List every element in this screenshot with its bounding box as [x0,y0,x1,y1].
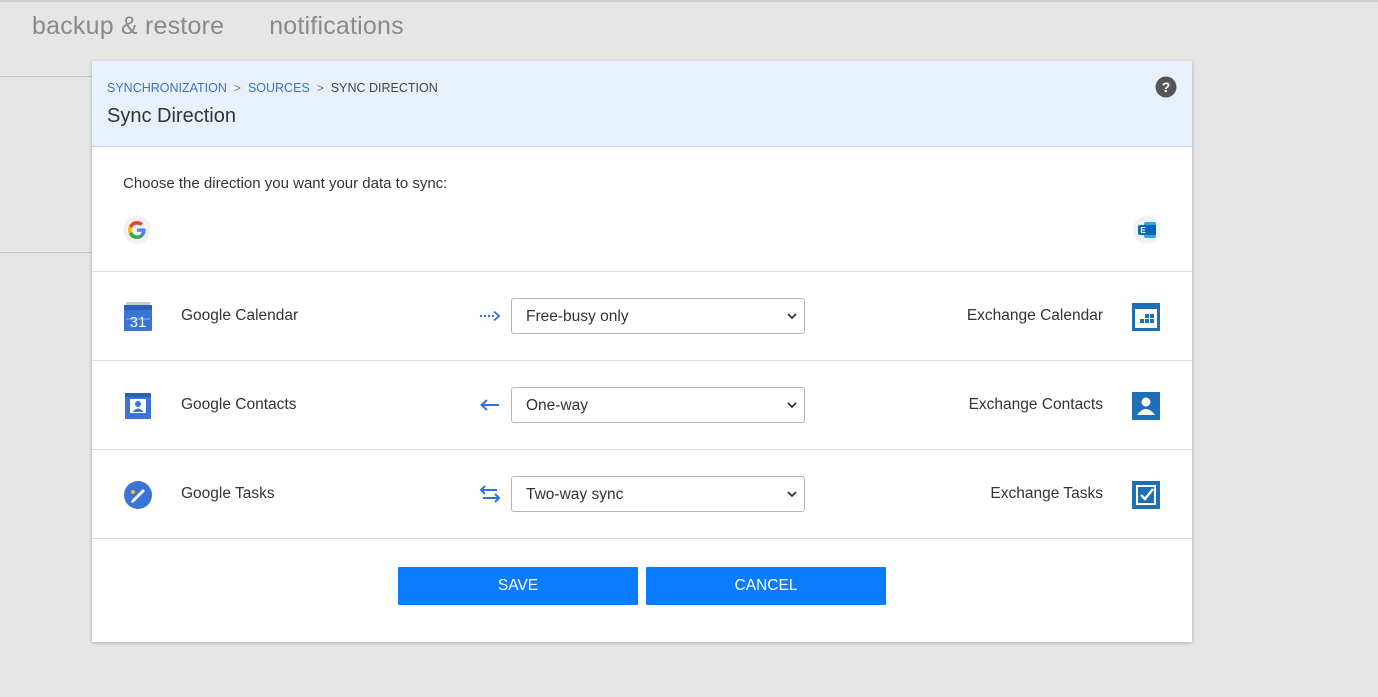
destination-label: Exchange Calendar [966,307,1103,324]
cancel-button[interactable]: CANCEL [646,567,886,605]
breadcrumb: SYNCHRONIZATION > SOURCES > SYNC DIRECTI… [107,81,1192,95]
direction-select-calendar[interactable]: Free-busy only [511,298,805,334]
google-logo-icon [123,216,151,244]
tab-notifications[interactable]: notifications [269,12,404,41]
brand-row: E [92,203,1192,272]
exchange-tasks-icon [1132,481,1160,509]
sync-row-tasks: Google Tasks Two-way sync Exchange Tasks [92,450,1192,539]
source-label: Google Tasks [181,485,275,502]
destination-label: Exchange Tasks [990,485,1103,502]
direction-select-wrapper: One-way [511,387,805,423]
breadcrumb-current: SYNC DIRECTION [330,81,438,95]
background-tabs: backup & restore notifications [32,12,404,41]
breadcrumb-synchronization[interactable]: SYNCHRONIZATION [107,81,227,95]
exchange-contacts-icon [1132,392,1160,420]
sync-row-calendar: 31 Google Calendar Free-busy only Exchan… [92,272,1192,361]
help-icon[interactable]: ? [1155,76,1177,98]
exchange-calendar-icon [1132,303,1160,331]
svg-text:31: 31 [130,314,147,331]
exchange-logo-icon: E [1133,216,1161,244]
background-divider [0,76,92,77]
dialog-actions: SAVE CANCEL [398,567,886,605]
source-label: Google Calendar [181,307,299,324]
sync-row-contacts: Google Contacts One-way Exchange Contact… [92,361,1192,450]
breadcrumb-separator: > [233,81,241,95]
two-way-arrows-icon [479,485,501,503]
top-border [0,0,1378,2]
svg-text:?: ? [1162,79,1171,95]
breadcrumb-separator: > [316,81,324,95]
direction-select-contacts[interactable]: One-way [511,387,805,423]
direction-select-tasks[interactable]: Two-way sync [511,476,805,512]
destination-label: Exchange Contacts [968,396,1103,413]
google-calendar-icon: 31 [124,302,152,331]
dialog-header: SYNCHRONIZATION > SOURCES > SYNC DIRECTI… [92,61,1192,147]
arrow-left-icon [480,399,499,411]
breadcrumb-sources[interactable]: SOURCES [248,81,310,95]
direction-select-wrapper: Free-busy only [511,298,805,334]
source-label: Google Contacts [181,396,297,413]
google-tasks-icon [124,481,152,509]
sync-direction-dialog: SYNCHRONIZATION > SOURCES > SYNC DIRECTI… [92,61,1192,642]
google-contacts-icon [125,393,151,419]
background-divider [0,252,92,253]
svg-text:E: E [1140,226,1146,235]
page-title: Sync Direction [107,105,236,127]
dotted-arrow-right-icon [479,310,501,322]
tab-backup-restore[interactable]: backup & restore [32,12,224,41]
intro-text: Choose the direction you want your data … [123,175,448,192]
save-button[interactable]: SAVE [398,567,638,605]
direction-select-wrapper: Two-way sync [511,476,805,512]
